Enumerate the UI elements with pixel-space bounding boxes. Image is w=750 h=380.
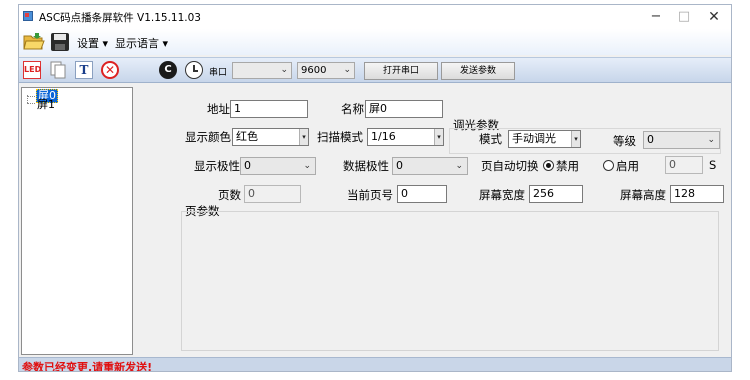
page-params-group	[181, 211, 719, 351]
data-polarity-value: 0	[396, 159, 403, 172]
port-label: 串口	[209, 68, 228, 78]
screen-height-label: 屏幕高度	[620, 188, 666, 202]
delete-icon[interactable]: ✕	[101, 61, 119, 79]
current-page-label: 当前页号	[347, 188, 393, 202]
seconds-field[interactable]: 0	[665, 156, 703, 174]
enable-radio[interactable]	[603, 160, 614, 171]
level-value: 0	[647, 133, 654, 146]
chevron-down-icon: ⌄	[707, 135, 715, 145]
toolbar: LED T ✕ C 串口 ⌄ 9600 ⌄ 打开串口 发送参数	[19, 57, 731, 83]
window-title: ASC码点播条屏软件 V1.15.11.03	[39, 12, 201, 24]
level-select[interactable]: 0 ⌄	[643, 131, 720, 149]
mode-value: 手动调光	[512, 132, 556, 145]
open-folder-icon[interactable]	[23, 32, 45, 52]
title-bar: ASC码点播条屏软件 V1.15.11.03 − □ ✕	[19, 5, 731, 29]
scan-mode-value: 1/16	[371, 130, 396, 143]
data-polarity-label: 数据极性	[343, 159, 389, 173]
baud-select[interactable]: 9600 ⌄	[297, 62, 355, 79]
name-label: 名称	[341, 102, 364, 116]
app-icon	[23, 11, 33, 21]
color-icon[interactable]: C	[159, 61, 177, 79]
mode-label: 模式	[479, 132, 502, 146]
polarity-value: 0	[244, 159, 251, 172]
chevron-down-icon: ⌄	[343, 65, 351, 75]
minimize-button[interactable]: −	[641, 7, 671, 27]
params-panel: 地址 1 名称 屏0 调光参数 模式 手动调光 ▾ 等级 0 ⌄ 显示颜色 红色…	[135, 87, 729, 355]
polarity-select[interactable]: 0 ⌄	[240, 157, 316, 175]
color-select[interactable]: 红色 ▾	[232, 128, 309, 146]
mode-select[interactable]: 手动调光 ▾	[508, 130, 581, 148]
close-button[interactable]: ✕	[699, 7, 729, 27]
dropdown-arrow-icon: ▾	[434, 129, 443, 145]
chevron-down-icon: ⌄	[455, 161, 463, 171]
screen-height-field[interactable]: 128	[670, 185, 724, 203]
app-window: ASC码点播条屏软件 V1.15.11.03 − □ ✕ 设置 ▾ 显示语言 ▾…	[18, 4, 732, 372]
seconds-unit: S	[709, 158, 717, 172]
screen-tree: 屏0 屏1	[21, 87, 133, 355]
tree-connector	[27, 96, 35, 97]
status-message: 参数已经变更,请重新发送!	[22, 361, 153, 372]
text-icon[interactable]: T	[75, 61, 93, 79]
tree-item-screen1[interactable]: 屏1	[36, 99, 56, 111]
send-params-button[interactable]: 发送参数	[441, 62, 515, 80]
port-select[interactable]: ⌄	[232, 62, 292, 79]
maximize-button[interactable]: □	[669, 7, 699, 27]
disable-radio[interactable]	[543, 160, 554, 171]
menu-settings[interactable]: 设置 ▾	[77, 35, 108, 51]
name-field[interactable]: 屏0	[365, 100, 443, 118]
save-disk-icon[interactable]	[51, 33, 69, 51]
auto-switch-label: 页自动切换	[481, 159, 539, 173]
address-field[interactable]: 1	[230, 100, 308, 118]
led-icon[interactable]: LED	[23, 61, 41, 79]
open-port-button[interactable]: 打开串口	[364, 62, 438, 80]
tree-connector	[27, 103, 35, 104]
copy-icon[interactable]	[49, 61, 67, 79]
disable-label: 禁用	[556, 159, 579, 173]
color-label: 显示颜色	[185, 130, 231, 144]
baud-value: 9600	[301, 65, 327, 76]
polarity-label: 显示极性	[194, 159, 240, 173]
data-polarity-select[interactable]: 0 ⌄	[392, 157, 468, 175]
address-label: 地址	[207, 102, 230, 116]
scan-mode-label: 扫描模式	[317, 130, 363, 144]
current-page-field[interactable]: 0	[397, 185, 447, 203]
chevron-down-icon: ⌄	[303, 161, 311, 171]
dropdown-arrow-icon: ▾	[299, 129, 308, 145]
color-value: 红色	[236, 130, 258, 143]
dropdown-arrow-icon: ▾	[571, 131, 580, 147]
chevron-down-icon: ⌄	[280, 65, 288, 75]
status-bar: 参数已经变更,请重新发送!	[19, 357, 731, 372]
pages-label: 页数	[218, 188, 241, 202]
pages-field[interactable]: 0	[244, 185, 301, 203]
menu-bar: 设置 ▾ 显示语言 ▾	[19, 29, 731, 55]
clock-icon[interactable]	[185, 61, 203, 79]
screen-width-field[interactable]: 256	[529, 185, 583, 203]
screen-width-label: 屏幕宽度	[479, 188, 525, 202]
enable-label: 启用	[616, 159, 639, 173]
scan-mode-select[interactable]: 1/16 ▾	[367, 128, 444, 146]
level-label: 等级	[613, 134, 636, 148]
menu-language[interactable]: 显示语言 ▾	[115, 35, 168, 51]
